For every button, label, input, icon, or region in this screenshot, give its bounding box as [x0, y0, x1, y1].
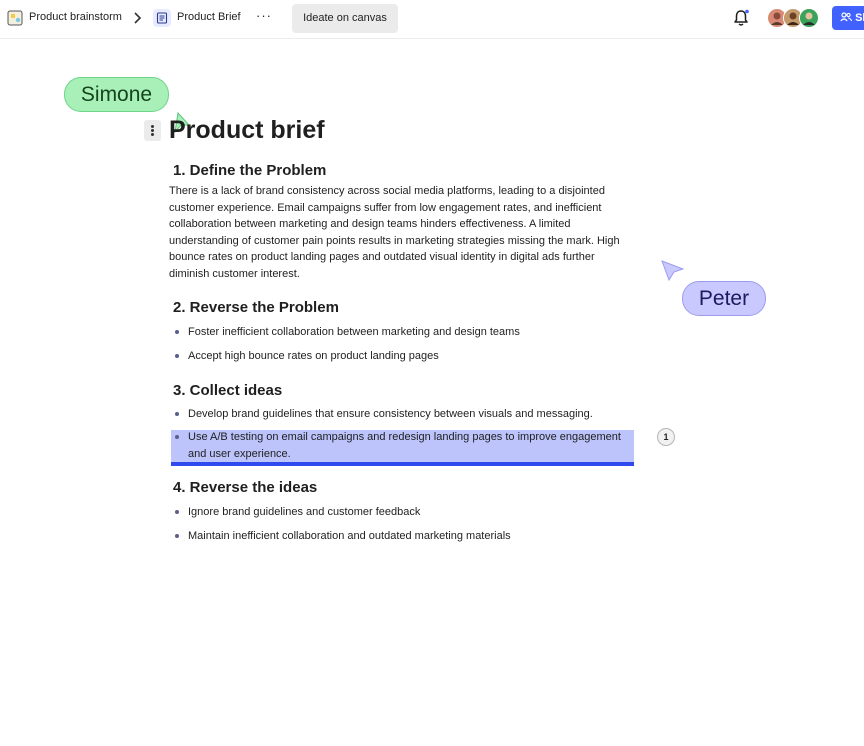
section-heading[interactable]: 1. Define the Problem [173, 162, 326, 179]
comment-bubble[interactable]: 1 [657, 428, 675, 446]
bullet-icon [175, 412, 179, 416]
more-options-button[interactable]: ··· [256, 8, 272, 23]
avatar[interactable] [799, 8, 819, 28]
section-heading[interactable]: 3. Collect ideas [173, 382, 282, 399]
top-bar: Product brainstorm Product Brief ··· Ide… [0, 0, 864, 39]
breadcrumb-document[interactable]: Product Brief [177, 11, 241, 23]
document-icon [153, 9, 171, 27]
notification-bell-icon[interactable] [731, 8, 751, 28]
list-item-text: Maintain inefficient collaboration and o… [188, 530, 511, 542]
collaborator-cursor-label-simone: Simone [64, 77, 169, 112]
list-item[interactable]: Accept high bounce rates on product land… [175, 348, 633, 365]
bullet-icon [175, 510, 179, 514]
bullet-icon [175, 534, 179, 538]
bullet-icon [175, 354, 179, 358]
list-item[interactable]: Maintain inefficient collaboration and o… [175, 528, 633, 545]
chevron-right-icon [134, 12, 142, 24]
selection-indicator [171, 462, 634, 466]
list-item[interactable]: Ignore brand guidelines and customer fee… [175, 504, 633, 521]
list-item-text: Foster inefficient collaboration between… [188, 326, 520, 338]
list-item-text: Accept high bounce rates on product land… [188, 350, 439, 362]
block-drag-handle[interactable] [144, 120, 161, 141]
breadcrumb-board[interactable]: Product brainstorm [29, 11, 122, 23]
collaborator-cursor-label-peter: Peter [682, 281, 766, 316]
people-icon [840, 12, 853, 22]
bullet-icon [175, 435, 179, 439]
list-item[interactable]: Develop brand guidelines that ensure con… [175, 406, 633, 423]
ideate-on-canvas-button[interactable]: Ideate on canvas [292, 4, 398, 33]
list-item[interactable]: Foster inefficient collaboration between… [175, 324, 633, 341]
paragraph[interactable]: There is a lack of brand consistency acr… [169, 183, 629, 283]
share-button[interactable]: Share [832, 6, 864, 30]
list-item-text: Develop brand guidelines that ensure con… [188, 408, 593, 420]
list-item-selected[interactable]: Use A/B testing on email campaigns and r… [175, 429, 633, 462]
bullet-icon [175, 330, 179, 334]
section-heading[interactable]: 4. Reverse the ideas [173, 479, 317, 496]
cursor-arrow-icon [661, 260, 685, 282]
list-item-text: Use A/B testing on email campaigns and r… [188, 431, 621, 460]
board-icon[interactable] [7, 10, 23, 26]
share-label: Share [855, 12, 864, 24]
list-item-text: Ignore brand guidelines and customer fee… [188, 506, 421, 518]
document-title[interactable]: Product brief [169, 116, 325, 145]
section-heading[interactable]: 2. Reverse the Problem [173, 299, 339, 316]
